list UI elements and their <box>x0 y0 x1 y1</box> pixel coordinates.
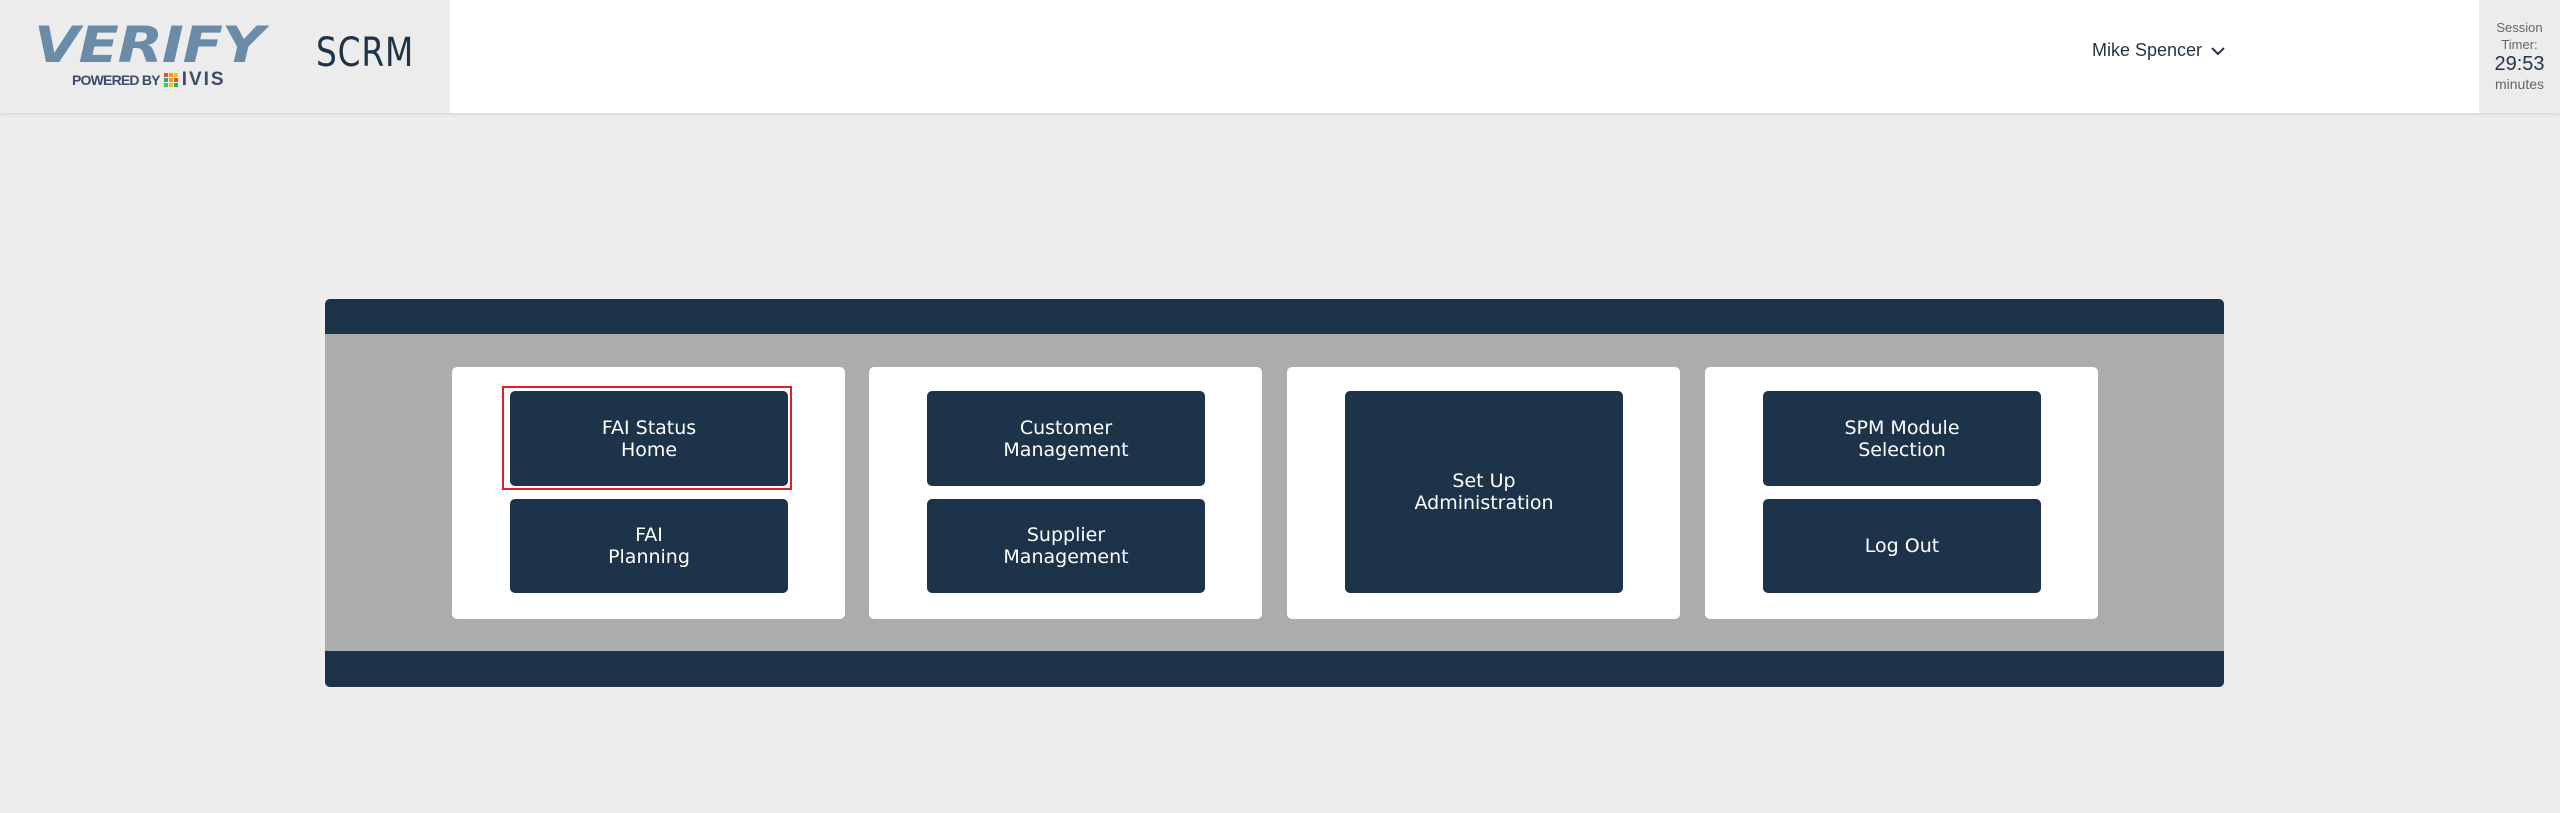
ivis-grid-icon <box>163 73 178 87</box>
button-label-line2: Selection <box>1858 438 1946 461</box>
top-header: VERIFY POWERED BY IVIS SCRM Mike Spencer… <box>0 0 2560 113</box>
session-time: 29:53 <box>2494 53 2545 75</box>
button-label-line1: FAI Status <box>601 416 697 439</box>
button-label-line1: Set Up <box>1452 470 1516 492</box>
ivis-text: IVIS <box>181 69 226 90</box>
menu-card-fai: FAI Status Home FAI Planning <box>452 367 845 619</box>
ivis-grid-cell <box>168 73 173 77</box>
panel-bottom-bar <box>325 651 2224 687</box>
logo-powered-by: POWERED BY IVIS <box>72 69 226 91</box>
verify-logo[interactable]: VERIFY POWERED BY IVIS <box>34 16 264 92</box>
button-label-line1: SPM Module <box>1844 416 1960 439</box>
ivis-grid-cell <box>173 78 178 82</box>
button-label-line2: Management <box>1003 546 1129 568</box>
chevron-down-icon <box>2211 46 2225 55</box>
ivis-grid-cell <box>163 78 168 82</box>
button-label-line1: Log Out <box>1864 535 1940 557</box>
button-label-line2: Home <box>620 438 678 461</box>
button-label-line1: FAI <box>635 524 663 546</box>
ivis-grid-cell <box>163 83 168 87</box>
ivis-grid-cell <box>168 78 173 82</box>
menu-card-setup: Set Up Administration <box>1287 367 1680 619</box>
button-label-line2: Administration <box>1414 492 1554 514</box>
ivis-grid-cell <box>163 73 168 77</box>
supplier-management-button[interactable]: Supplier Management <box>927 499 1205 593</box>
fai-planning-button[interactable]: FAI Planning <box>510 499 788 593</box>
powered-by-text: POWERED BY <box>72 72 160 88</box>
ivis-grid-cell <box>173 83 178 87</box>
spm-module-selection-button[interactable]: SPM Module Selection <box>1763 391 2041 486</box>
ivis-grid-cell <box>168 83 173 87</box>
customer-management-button[interactable]: Customer Management <box>927 391 1205 486</box>
panel-top-bar <box>325 299 2224 334</box>
session-timer: Session Timer: 29:53 minutes <box>2479 0 2560 113</box>
menu-card-management: Customer Management Supplier Management <box>869 367 1262 619</box>
session-label: Session <box>2496 20 2543 35</box>
session-unit: minutes <box>2494 76 2545 92</box>
timer-label: Timer: <box>2501 37 2538 52</box>
logo-wordmark: VERIFY <box>34 16 264 74</box>
setup-administration-button[interactable]: Set Up Administration <box>1345 391 1623 593</box>
button-label-line1: Customer <box>1019 416 1113 439</box>
button-label-line1: Supplier <box>1026 524 1106 546</box>
button-label-line2: Management <box>1003 438 1129 461</box>
main-menu-panel: FAI Status Home FAI Planning Customer Ma… <box>325 299 2224 687</box>
user-name: Mike Spencer <box>2092 40 2203 60</box>
menu-card-spm: SPM Module Selection Log Out <box>1705 367 2098 619</box>
button-label-line2: Planning <box>608 546 690 568</box>
log-out-button[interactable]: Log Out <box>1763 499 2041 593</box>
user-menu-dropdown[interactable]: Mike Spencer <box>2092 40 2226 61</box>
app-name: SCRM <box>316 30 415 76</box>
brand-area: VERIFY POWERED BY IVIS SCRM <box>0 0 450 113</box>
ivis-grid-cell <box>173 73 178 77</box>
fai-status-home-button[interactable]: FAI Status Home <box>510 391 788 486</box>
